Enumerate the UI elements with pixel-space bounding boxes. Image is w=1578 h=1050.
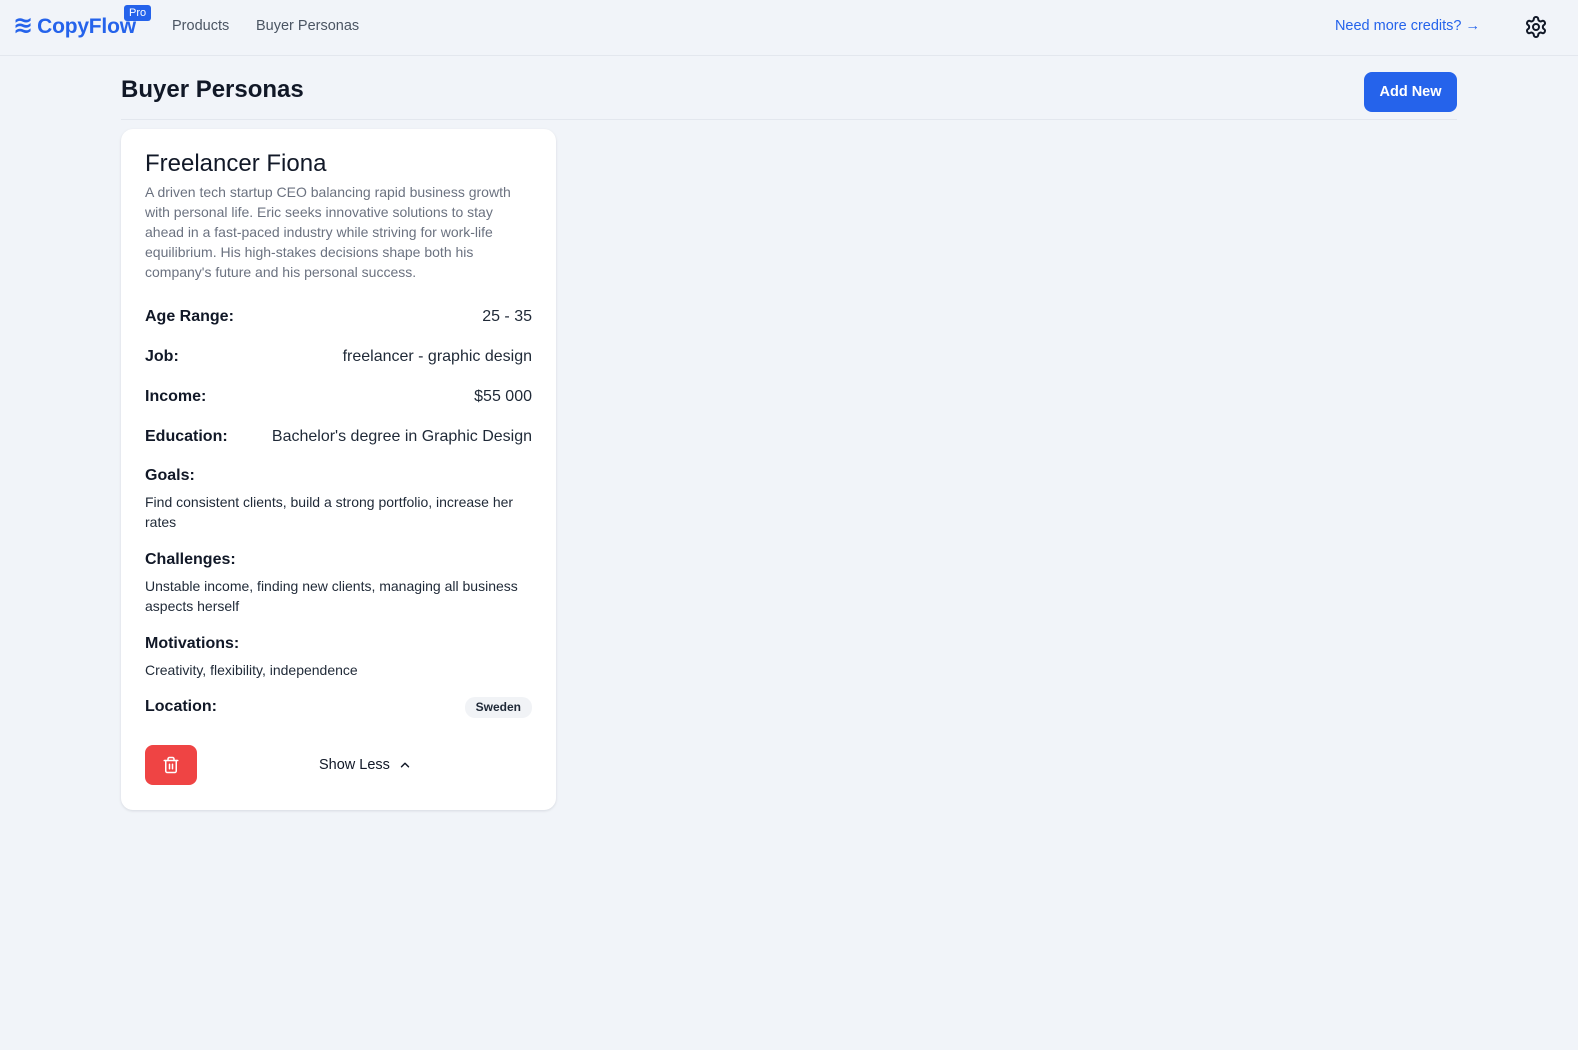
motivations-label: Motivations: [145, 635, 240, 652]
attribute-row-income: Income: $55 000 [145, 386, 532, 408]
nav-link-buyer-personas[interactable]: Buyer Personas [256, 18, 359, 34]
attribute-value: freelancer - graphic design [342, 348, 532, 365]
attribute-value: Bachelor's degree in Graphic Design [271, 428, 532, 445]
attribute-row-age-range: Age Range: 25 - 35 [145, 306, 532, 328]
show-less-label: Show Less [319, 757, 390, 773]
attribute-label: Age Range: [145, 308, 234, 325]
settings-button[interactable] [1524, 15, 1548, 39]
delete-persona-button[interactable] [145, 745, 197, 785]
attribute-label: Income: [145, 388, 207, 405]
challenges-text: Unstable income, finding new clients, ma… [145, 578, 518, 614]
brand-name: CopyFlow [37, 15, 136, 38]
attribute-row-job: Job: freelancer - graphic design [145, 346, 532, 368]
location-badge: Sweden [464, 696, 532, 718]
nav-link-products[interactable]: Products [172, 18, 229, 34]
persona-description: A driven tech startup CEO balancing rapi… [145, 184, 511, 280]
show-less-button[interactable]: Show Less [319, 752, 412, 778]
need-more-credits-link[interactable]: Need more credits? → [1335, 18, 1480, 34]
persona-name: Freelancer Fiona [145, 150, 327, 177]
gear-icon [1526, 16, 1546, 38]
goals-text: Find consistent clients, build a strong … [145, 494, 514, 530]
add-new-button[interactable]: Add New [1364, 72, 1457, 112]
top-navigation-bar: ≋ CopyFlow Pro Products Buyer Personas N… [0, 0, 1578, 56]
attribute-label: Location: [145, 698, 217, 715]
brand-logo-link[interactable]: ≋ CopyFlow Pro [13, 5, 152, 42]
persona-card: Freelancer Fiona A driven tech startup C… [121, 129, 556, 810]
chevron-up-icon [400, 762, 410, 768]
attribute-value: $55 000 [474, 388, 532, 405]
goals-label: Goals: [145, 467, 195, 484]
header-divider [121, 119, 1457, 120]
attribute-label: Education: [145, 428, 228, 445]
challenges-label: Challenges: [145, 551, 236, 568]
attribute-value: 25 - 35 [482, 308, 532, 325]
attribute-label: Job: [145, 348, 179, 365]
page-title: Buyer Personas [121, 76, 304, 103]
trash-icon [163, 756, 179, 774]
pro-badge: Pro [124, 5, 152, 21]
attribute-row-education: Education: Bachelor's degree in Graphic … [145, 426, 532, 448]
attribute-row-location: Location: Sweden [145, 696, 532, 718]
motivations-text: Creativity, flexibility, independence [145, 662, 358, 678]
waves-logo-icon: ≋ [13, 12, 34, 39]
